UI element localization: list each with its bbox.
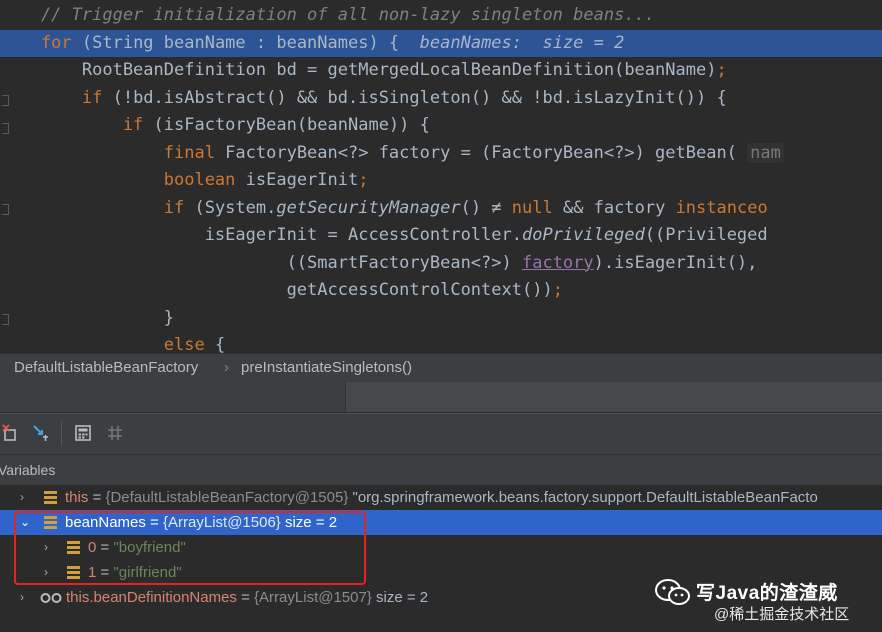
watch-icon [40,593,62,603]
code-token: (isFactoryBean(beanName)) { [153,115,430,135]
variable-value: size = 2 [280,514,338,531]
variable-type: {ArrayList@1506} [163,514,281,531]
inline-value: beanNames: size = 2 [419,32,625,53]
code-line[interactable]: if (!bd.isAbstract() && bd.isSingleton()… [0,85,882,112]
variable-value: size = 2 [371,589,429,606]
debug-tab-bar [0,382,882,412]
expand-arrow-icon[interactable]: › [44,535,54,554]
code-token: // Trigger initialization of all non-laz… [0,5,656,25]
code-line[interactable]: ((SmartFactoryBean<?>) factory).isEagerI… [0,250,882,277]
code-line[interactable]: final FactoryBean<?> factory = (FactoryB… [0,140,882,167]
code-token: () ≠ [460,197,512,218]
variable-name: this [65,489,89,506]
breadcrumb-separator: › [224,359,229,376]
restore-breakpoint-icon[interactable] [2,424,20,442]
fold-marker-icon[interactable] [2,95,9,106]
code-token: getSecurityManager [276,197,461,218]
variable-row-beanNames[interactable]: ⌄ beanNames = {ArrayList@1506} size = 2 [0,510,882,535]
code-token: ((SmartFactoryBean<?>) [0,252,522,273]
variables-title: Variables [0,462,56,478]
watermark-subtitle: @稀土掘金技术社区 [714,606,850,623]
variable-name: this.beanDefinitionNames [66,589,237,606]
breadcrumb-class[interactable]: DefaultListableBeanFactory [14,354,198,382]
code-token: ).isEagerInit(), [593,252,758,273]
variables-header: Variables [0,454,882,486]
code-line[interactable]: } [0,305,882,332]
code-line-current[interactable]: for (String beanName : beanNames) { bean… [0,29,882,57]
code-token: (String beanName : beanNames) { [81,32,420,53]
expand-arrow-icon[interactable]: › [20,485,30,504]
variable-value: "org.springframework.beans.factory.suppo… [348,489,818,506]
field-icon [44,491,57,504]
code-token: { [214,335,226,353]
frames-tab-area[interactable] [0,382,346,412]
fold-marker-icon[interactable] [2,204,9,215]
field-icon [67,541,80,554]
fold-marker-icon[interactable] [2,123,9,134]
expand-arrow-icon[interactable]: › [44,560,54,579]
code-token: if [0,115,154,135]
code-token: doPrivileged [521,225,645,245]
code-token: instanceo [675,197,768,218]
code-token: for [0,32,82,53]
parameter-hint: nam [747,142,784,163]
variable-row-element-0[interactable]: › 0 = "boyfriend" [0,535,882,560]
collapse-arrow-icon[interactable]: ⌄ [20,510,30,529]
watermark: 写Java的渣渣威 @稀土掘金技术社区 [652,572,882,632]
code-token: if [0,87,113,108]
code-token: getAccessControlContext()) [0,280,553,300]
code-token: isEagerInit [245,170,359,190]
code-token: (System. [194,197,277,218]
code-line[interactable]: // Trigger initialization of all non-laz… [0,2,882,29]
variable-type: {ArrayList@1507} [254,589,372,606]
code-token: ; [358,170,369,190]
code-line[interactable]: getAccessControlContext()); [0,277,882,304]
breadcrumb-method[interactable]: preInstantiateSingletons() [241,354,412,382]
code-token: ((Privileged [644,225,768,245]
code-token: ; [552,280,563,300]
code-token: FactoryBean<?> factory = (FactoryBean<?>… [225,142,748,163]
code-line[interactable]: else { [0,332,882,353]
code-token: } [0,307,174,328]
code-token: RootBeanDefinition bd = getMergedLocalBe… [0,60,717,80]
code-token: && factory [562,197,676,218]
fold-marker-icon[interactable] [2,314,9,325]
evaluate-cursor-icon[interactable] [32,424,50,442]
toolbar-divider [61,422,62,446]
field-icon [67,566,80,579]
code-editor[interactable]: // Trigger initialization of all non-laz… [0,0,882,353]
code-line[interactable]: if (System.getSecurityManager() ≠ null &… [0,195,882,222]
variable-name: beanNames [65,514,146,531]
code-line[interactable]: RootBeanDefinition bd = getMergedLocalBe… [0,57,882,84]
debug-toolbar [0,413,882,454]
code-token: (!bd.isAbstract() && bd.isSingleton() &&… [112,87,727,108]
code-token: else [0,335,215,353]
variable-value: "boyfriend" [113,539,186,556]
code-token: ; [716,60,727,80]
code-line[interactable]: if (isFactoryBean(beanName)) { [0,112,882,139]
expand-arrow-icon[interactable]: › [20,585,30,604]
code-line[interactable]: isEagerInit = AccessController.doPrivile… [0,222,882,249]
watermark-title: 写Java的渣渣威 [696,583,838,604]
variable-row-this[interactable]: › this = {DefaultListableBeanFactory@150… [0,485,882,510]
breadcrumb: DefaultListableBeanFactory › preInstanti… [0,353,882,382]
code-token: isEagerInit = AccessController. [0,225,522,245]
code-token: factory [521,252,594,273]
calculator-icon[interactable] [74,424,92,442]
code-line[interactable]: boolean isEagerInit; [0,167,882,194]
code-token: final [0,142,226,163]
code-token: boolean [0,170,246,190]
grid-icon[interactable] [106,424,124,442]
field-icon [44,516,57,529]
threads-tab-area[interactable] [346,382,882,412]
code-token: if [0,197,195,218]
variable-value: "girlfriend" [113,564,182,581]
code-token: null [511,197,563,218]
variable-type: {DefaultListableBeanFactory@1505} [105,489,349,506]
wechat-icon [655,579,690,605]
